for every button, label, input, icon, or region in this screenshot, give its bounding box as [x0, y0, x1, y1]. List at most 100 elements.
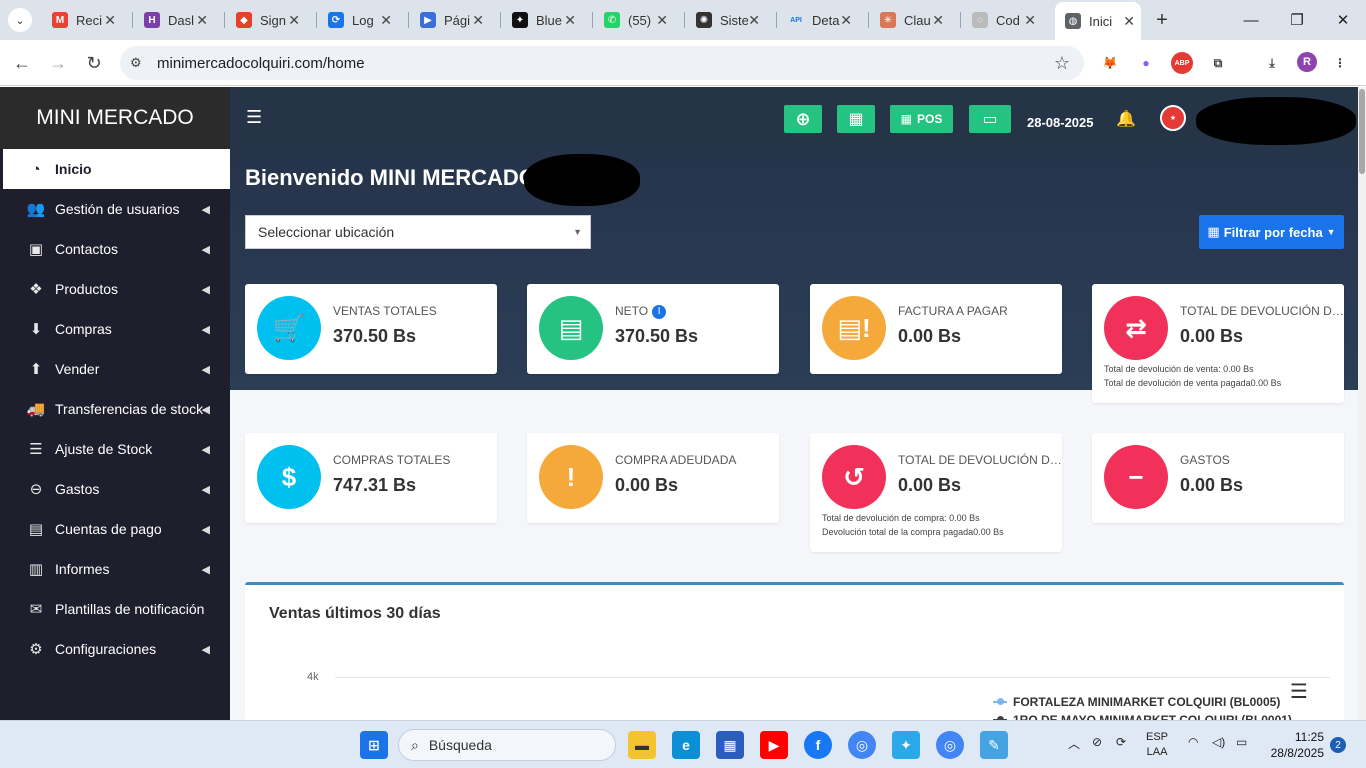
hamburger-menu-icon[interactable]: ☰: [246, 107, 262, 128]
volume-icon[interactable]: ◁): [1212, 735, 1225, 749]
stat-card-value: 0.00 Bs: [898, 475, 962, 495]
wifi-icon[interactable]: ◠: [1188, 735, 1198, 749]
browser-tab[interactable]: M Reci ✕: [42, 4, 122, 36]
close-tab-icon[interactable]: ✕: [656, 12, 668, 29]
browser-tab[interactable]: ◍ Inici ✕: [1055, 2, 1141, 40]
url-text[interactable]: minimercadocolquiri.com/home: [157, 55, 365, 72]
site-info-icon[interactable]: ⚙: [130, 55, 152, 71]
edge-icon[interactable]: e: [672, 731, 700, 759]
drop-icon[interactable]: ●: [1135, 52, 1157, 74]
maximize-button[interactable]: ❐: [1274, 6, 1320, 34]
app-icon[interactable]: ✦: [892, 731, 920, 759]
close-tab-icon[interactable]: ✕: [564, 12, 576, 29]
language-indicator[interactable]: ESP LAA: [1146, 730, 1168, 760]
tab-title: Deta: [812, 12, 840, 28]
file-explorer-icon[interactable]: ▬: [628, 731, 656, 759]
bluesky-icon: ✦: [512, 12, 528, 28]
minimize-button[interactable]: —: [1228, 6, 1274, 34]
cash-register-button[interactable]: ▭: [969, 105, 1011, 133]
store-icon[interactable]: ▦: [716, 731, 744, 759]
close-tab-icon[interactable]: ✕: [932, 12, 944, 29]
user-avatar[interactable]: ★: [1160, 105, 1186, 131]
redacted-username[interactable]: [1196, 97, 1356, 145]
sidebar-item[interactable]: ☰ Ajuste de Stock ◀: [0, 429, 230, 469]
sidebar-item[interactable]: ⊖ Gastos ◀: [0, 469, 230, 509]
legend-item[interactable]: FORTALEZA MINIMARKET COLQUIRI (BL0005): [993, 695, 1280, 709]
adblock-icon[interactable]: ABP: [1171, 52, 1193, 74]
browser-tab[interactable]: ✆ (55) ✕: [594, 4, 674, 36]
paint-icon[interactable]: ✎: [980, 731, 1008, 759]
browser-tab[interactable]: ✳ Clau ✕: [870, 4, 950, 36]
close-window-button[interactable]: ✕: [1320, 6, 1366, 34]
tab-separator: [868, 12, 869, 28]
tray-sync-icon[interactable]: ⟳: [1116, 735, 1126, 749]
sidebar-item[interactable]: ⬆ Vender ◀: [0, 349, 230, 389]
tray-expand-icon[interactable]: ︿: [1068, 735, 1080, 752]
sidebar-item[interactable]: ⬇ Compras ◀: [0, 309, 230, 349]
url-field[interactable]: ⚙ minimercadocolquiri.com/home ☆: [120, 46, 1084, 80]
arrow-circle-down-icon: ⬇: [29, 321, 43, 338]
filter-by-date-button[interactable]: ▦ Filtrar por fecha ▼: [1199, 215, 1344, 249]
sidebar-item[interactable]: ▥ Informes ◀: [0, 549, 230, 589]
bookmark-star-icon[interactable]: ☆: [1054, 53, 1070, 74]
back-icon[interactable]: ←: [10, 51, 34, 75]
sidebar-item[interactable]: ✉ Plantillas de notificación: [0, 589, 230, 629]
close-tab-icon[interactable]: ✕: [840, 12, 852, 29]
location-select[interactable]: Seleccionar ubicación ▼: [245, 215, 591, 249]
sidebar-item-label: Inicio: [55, 161, 92, 177]
sidebar-item[interactable]: 👥 Gestión de usuarios ◀: [0, 189, 230, 229]
info-icon[interactable]: i: [652, 305, 667, 319]
puzzle-icon[interactable]: ⧉: [1207, 52, 1229, 74]
chrome-icon[interactable]: ◎: [848, 731, 876, 759]
sidebar-item[interactable]: ▤ Cuentas de pago ◀: [0, 509, 230, 549]
browser-tab[interactable]: ▶ Pági ✕: [410, 4, 490, 36]
chrome-active-icon[interactable]: ◎: [936, 731, 964, 759]
sidebar-item[interactable]: ⚙ Configuraciones ◀: [0, 629, 230, 669]
browser-tab[interactable]: ⟳ Log ✕: [318, 4, 398, 36]
add-button[interactable]: ⊕: [784, 105, 822, 133]
battery-icon[interactable]: ▭: [1236, 735, 1247, 749]
close-tab-icon[interactable]: ✕: [288, 12, 300, 29]
browser-tab[interactable]: API Deta ✕: [778, 4, 858, 36]
taskbar-clock[interactable]: 11:25 28/8/2025: [1262, 729, 1324, 761]
new-tab-button[interactable]: +: [1150, 8, 1174, 32]
close-tab-icon[interactable]: ✕: [1123, 13, 1135, 30]
chart-menu-icon[interactable]: ☰: [1290, 679, 1308, 704]
brand-logo[interactable]: MINI MERCADO: [0, 87, 230, 149]
forward-icon[interactable]: →: [46, 51, 70, 75]
metamask-icon[interactable]: 🦊: [1099, 52, 1121, 74]
close-tab-icon[interactable]: ✕: [380, 12, 392, 29]
tab-title: Dasl: [168, 12, 195, 28]
calculator-button[interactable]: ▦: [837, 105, 875, 133]
close-tab-icon[interactable]: ✕: [196, 12, 208, 29]
page-scrollbar[interactable]: [1358, 87, 1366, 720]
sidebar-item[interactable]: ❖ Productos ◀: [0, 269, 230, 309]
browser-tab[interactable]: ✺ Siste ✕: [686, 4, 766, 36]
taskbar-search[interactable]: ⌕ Búsqueda: [398, 729, 616, 761]
youtube-icon[interactable]: ▶: [760, 731, 788, 759]
menu-icon[interactable]: ⋮: [1329, 52, 1351, 74]
browser-tab[interactable]: ◌ Cod ✕: [962, 4, 1042, 36]
sidebar-item[interactable]: ▣ Contactos ◀: [0, 229, 230, 269]
close-tab-icon[interactable]: ✕: [472, 12, 484, 29]
sidebar-item[interactable]: 🚚 Transferencias de stock ◀: [0, 389, 230, 429]
notification-badge[interactable]: 2: [1330, 737, 1346, 753]
close-tab-icon[interactable]: ✕: [104, 12, 116, 29]
browser-tab[interactable]: H Dasl ✕: [134, 4, 214, 36]
stat-card-subtext: Total de devolución de compra: 0.00 Bs: [822, 513, 980, 523]
profile-icon[interactable]: R: [1297, 52, 1317, 72]
close-tab-icon[interactable]: ✕: [748, 12, 760, 29]
scrollbar-thumb[interactable]: [1359, 89, 1365, 174]
windows-start-icon[interactable]: ⊞: [360, 731, 388, 759]
reload-icon[interactable]: ↻: [82, 51, 106, 75]
browser-tab[interactable]: ✦ Blue ✕: [502, 4, 582, 36]
facebook-icon[interactable]: f: [804, 731, 832, 759]
tray-icon[interactable]: ⊘: [1092, 735, 1102, 749]
sidebar-item[interactable]: ◔ Inicio: [0, 149, 230, 189]
notification-bell-icon[interactable]: 🔔: [1116, 109, 1136, 129]
pos-button[interactable]: ▦ POS: [890, 105, 953, 133]
download-icon[interactable]: ⤓: [1261, 52, 1283, 74]
tab-search-icon[interactable]: ⌄: [8, 8, 32, 32]
close-tab-icon[interactable]: ✕: [1024, 12, 1036, 29]
browser-tab[interactable]: ◆ Sign ✕: [226, 4, 306, 36]
